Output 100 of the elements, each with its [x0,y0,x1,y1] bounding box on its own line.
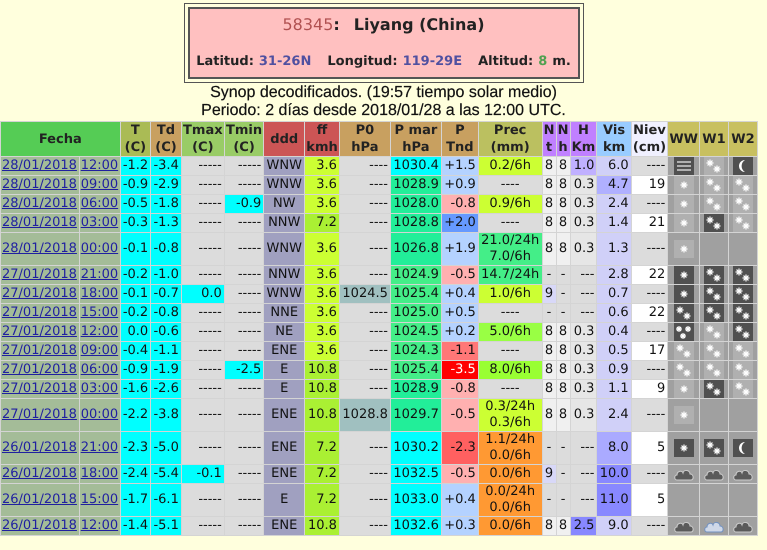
table-cell: 1025.0 [390,304,442,322]
table-cell: -5.1 [150,516,182,536]
table-cell: NW [264,194,305,214]
table-cell: 3.6 [304,176,340,194]
table-cell: -0.8 [441,380,478,398]
table-cell: ----- [224,214,264,232]
table-cell: 2.4 [596,194,632,214]
table-cell: -0.8 [150,232,182,266]
table-cell: ---- [631,360,668,380]
table-cell: ---- [631,232,668,266]
coordinate-label: Longitud: [327,54,398,69]
table-cell: ----- [181,516,224,536]
table-cell: 0.9 [596,360,632,380]
table-cell: 8.0 [596,432,632,464]
column-header: T (C) [120,122,151,156]
table-cell: +1.5 [441,156,478,176]
table-cell: ----- [181,156,224,176]
column-header: Td (C) [150,122,182,156]
table-cell: -2.5 [224,360,264,380]
table-cell: 1028.8 [390,214,442,232]
table-cell: -2.9 [150,176,182,194]
table-cell: WNW [264,232,305,266]
table-cell: -5.4 [150,464,182,484]
table-cell: ---- [339,484,390,516]
table-cell: 0.2/6h [478,156,542,176]
table-cell: ---- [339,464,390,484]
unit-label: m. [552,54,571,69]
table-cell: 2.4 [596,398,632,432]
table-cell: 1029.7 [390,398,442,432]
table-cell: ----- [181,214,224,232]
table-cell: 9.0 [596,516,632,536]
table-cell: ---- [478,176,542,194]
table-cell: E [264,360,305,380]
table-cell: ---- [339,304,390,322]
table-cell: -2.4 [120,464,151,484]
table-cell: 1024.9 [390,266,442,284]
table-cell: - [556,484,570,516]
table-cell: 0.3 [570,232,597,266]
table-cell: 3.6 [304,266,340,284]
column-header: WW [668,122,700,156]
table-cell: 1025.4 [390,284,442,304]
table-cell: 0.3 [570,380,597,398]
table-cell: 22 [631,266,668,284]
table-cell: 10.0 [596,464,632,484]
table-cell: 6.0 [596,156,632,176]
table-cell: ----- [224,156,264,176]
table-cell: 7.2 [304,432,340,464]
table-cell: 5 [631,432,668,464]
table-cell: - [556,432,570,464]
table-cell: 1028.0 [390,194,442,214]
table-cell: -3.5 [441,360,478,380]
table-cell: E [264,484,305,516]
table-cell: ----- [224,432,264,464]
table-cell: 1024.3 [390,342,442,360]
table-cell: -3.8 [150,398,182,432]
table-cell: ----- [181,266,224,284]
table-cell: 0.5 [596,342,632,360]
column-header: P mar hPa [390,122,442,156]
table-cell: 0.3 [570,194,597,214]
table-cell: E [264,380,305,398]
table-cell: +2.0 [441,214,478,232]
column-header: P0 hPa [339,122,390,156]
table-cell: 1030.2 [390,432,442,464]
table-cell: ---- [478,214,542,232]
table-cell: ----- [181,484,224,516]
table-cell: ----- [181,322,224,342]
table-cell: 9 [631,380,668,398]
table-cell: ENE [264,516,305,536]
table-cell: 10.8 [304,380,340,398]
column-header: W1 [700,122,728,156]
table-cell: 1028.9 [390,380,442,398]
table-cell: --- [570,484,597,516]
table-cell: ---- [631,516,668,536]
table-cell: -2.6 [150,380,182,398]
table-cell: - [542,484,556,516]
column-header: ddd [264,122,305,156]
column-header: N h [556,122,570,156]
column-header: W2 [728,122,758,156]
table-cell: 1028.8 [339,398,390,432]
table-cell: 3.6 [304,284,340,304]
table-cell: -1.6 [120,380,151,398]
table-cell: ---- [631,322,668,342]
table-cell: -0.9 [224,194,264,214]
table-cell: 11.0 [596,484,632,516]
table-cell: ----- [181,232,224,266]
table-cell: WNW [264,156,305,176]
table-cell: ---- [339,516,390,536]
table-cell: 7.2 [304,464,340,484]
table-cell: +0.3 [441,516,478,536]
table-cell: 1028.9 [390,176,442,194]
table-cell: ----- [224,304,264,322]
table-cell: -0.7 [150,284,182,304]
table-cell: -0.8 [441,194,478,214]
column-header: Prec (mm) [478,122,542,156]
table-cell: 1.0/6h [478,284,542,304]
table-cell: 0.0 [120,322,151,342]
table-cell: --- [570,464,597,484]
table-cell: 21 [631,214,668,232]
table-cell: ENE [264,464,305,484]
column-header: H Km [570,122,597,156]
